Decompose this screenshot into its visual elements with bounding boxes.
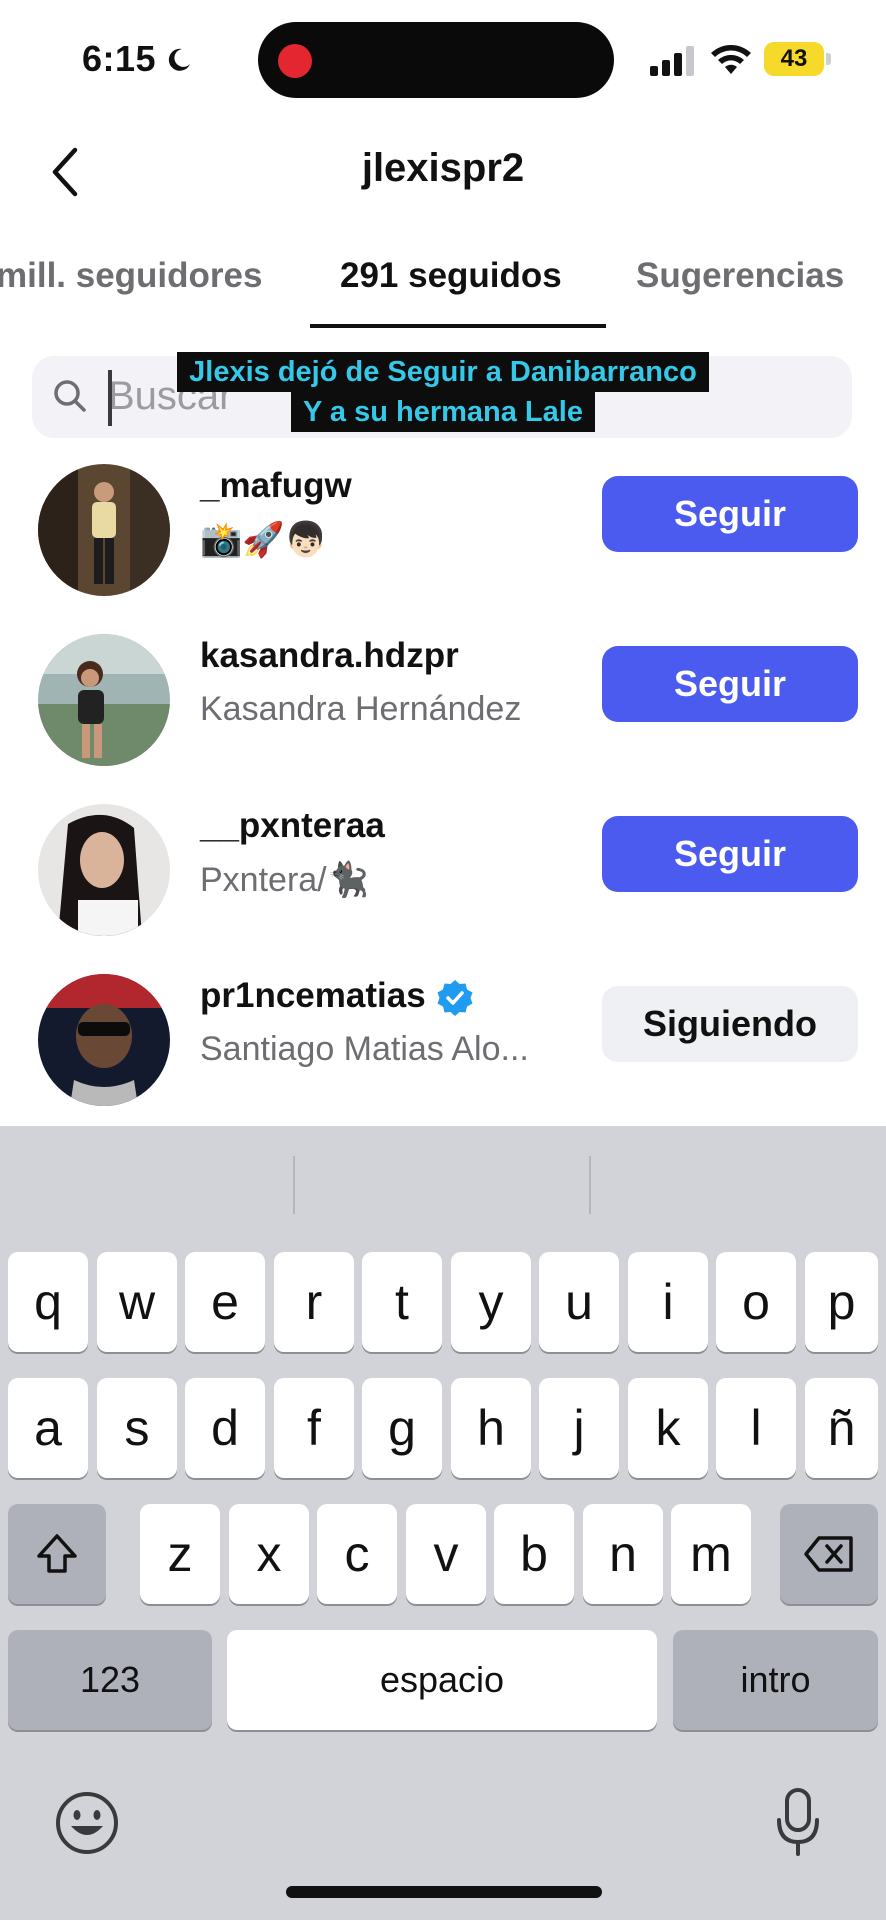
key-t[interactable]: t xyxy=(362,1252,442,1352)
list-item[interactable]: kasandra.hdzpr Kasandra Hernández Seguir xyxy=(0,616,886,786)
microphone-icon[interactable] xyxy=(774,1786,822,1860)
following-button[interactable]: Siguiendo xyxy=(602,986,858,1062)
username-text: pr1ncematias xyxy=(200,976,426,1015)
wifi-icon xyxy=(711,45,751,74)
search-icon xyxy=(54,380,86,412)
recording-indicator-icon xyxy=(278,44,312,78)
avatar[interactable] xyxy=(38,804,170,936)
key-w[interactable]: w xyxy=(97,1252,177,1352)
user-subtitle: Kasandra Hernández xyxy=(200,690,522,728)
keyboard: q w e r t y u i o p a s d f g h j k l ñ … xyxy=(0,1126,886,1920)
battery-icon: 43 xyxy=(764,42,831,76)
key-i[interactable]: i xyxy=(628,1252,708,1352)
user-subtitle: 📸🚀👦🏻 xyxy=(200,521,328,559)
delete-key[interactable] xyxy=(780,1504,878,1604)
status-bar: 6:15 43 xyxy=(0,0,886,120)
shift-key[interactable] xyxy=(8,1504,106,1604)
home-indicator[interactable] xyxy=(286,1886,602,1898)
emoji-icon[interactable] xyxy=(54,1790,120,1856)
search-input[interactable] xyxy=(108,364,608,428)
follow-button[interactable]: Seguir xyxy=(602,816,858,892)
username[interactable]: kasandra.hdzpr xyxy=(200,636,459,676)
numbers-key[interactable]: 123 xyxy=(8,1630,212,1730)
moon-icon xyxy=(168,48,190,71)
key-enye[interactable]: ñ xyxy=(805,1378,878,1478)
key-p[interactable]: p xyxy=(805,1252,878,1352)
backspace-icon xyxy=(804,1536,853,1572)
key-j[interactable]: j xyxy=(539,1378,619,1478)
key-r[interactable]: r xyxy=(274,1252,354,1352)
list-item[interactable]: _mafugw 📸🚀👦🏻 Seguir xyxy=(0,446,886,616)
key-s[interactable]: s xyxy=(97,1378,177,1478)
key-g[interactable]: g xyxy=(362,1378,442,1478)
key-h[interactable]: h xyxy=(451,1378,531,1478)
key-q[interactable]: q xyxy=(8,1252,88,1352)
list-item[interactable]: __pxnteraa Pxntera/🐈‍⬛ Seguir xyxy=(0,786,886,956)
battery-level: 43 xyxy=(780,45,808,72)
tab-followers[interactable]: mill. seguidores xyxy=(0,256,262,296)
avatar[interactable] xyxy=(38,634,170,766)
tab-following[interactable]: 291 seguidos xyxy=(340,256,562,296)
avatar[interactable] xyxy=(38,974,170,1106)
key-y[interactable]: y xyxy=(451,1252,531,1352)
key-c[interactable]: c xyxy=(317,1504,397,1604)
suggestion-divider xyxy=(589,1156,591,1214)
avatar[interactable] xyxy=(38,464,170,596)
key-e[interactable]: e xyxy=(185,1252,265,1352)
cellular-signal-icon xyxy=(650,46,694,76)
username[interactable]: pr1ncematias xyxy=(200,976,474,1017)
key-f[interactable]: f xyxy=(274,1378,354,1478)
key-z[interactable]: z xyxy=(140,1504,220,1604)
key-b[interactable]: b xyxy=(494,1504,574,1604)
key-l[interactable]: l xyxy=(716,1378,796,1478)
key-x[interactable]: x xyxy=(229,1504,309,1604)
return-key[interactable]: intro xyxy=(673,1630,878,1730)
user-subtitle: Santiago Matias Alo... xyxy=(200,1030,529,1068)
key-m[interactable]: m xyxy=(671,1504,751,1604)
suggestion-divider xyxy=(293,1156,295,1214)
key-a[interactable]: a xyxy=(8,1378,88,1478)
key-d[interactable]: d xyxy=(185,1378,265,1478)
verified-badge-icon xyxy=(437,979,473,1016)
text-cursor xyxy=(108,370,112,426)
follow-button[interactable]: Seguir xyxy=(602,646,858,722)
shift-icon xyxy=(37,1534,77,1573)
key-v[interactable]: v xyxy=(406,1504,486,1604)
active-tab-indicator xyxy=(310,324,606,328)
username[interactable]: __pxnteraa xyxy=(200,806,385,846)
list-item[interactable]: pr1ncematias Santiago Matias Alo... Sigu… xyxy=(0,956,886,1126)
status-time: 6:15 xyxy=(82,38,157,79)
tab-suggestions[interactable]: Sugerencias xyxy=(636,256,844,296)
key-n[interactable]: n xyxy=(583,1504,663,1604)
key-k[interactable]: k xyxy=(628,1378,708,1478)
space-key[interactable]: espacio xyxy=(227,1630,657,1730)
page-title: jlexispr2 xyxy=(361,146,525,190)
key-u[interactable]: u xyxy=(539,1252,619,1352)
key-o[interactable]: o xyxy=(716,1252,796,1352)
user-subtitle: Pxntera/🐈‍⬛ xyxy=(200,861,369,899)
follow-button[interactable]: Seguir xyxy=(602,476,858,552)
username[interactable]: _mafugw xyxy=(200,466,352,506)
